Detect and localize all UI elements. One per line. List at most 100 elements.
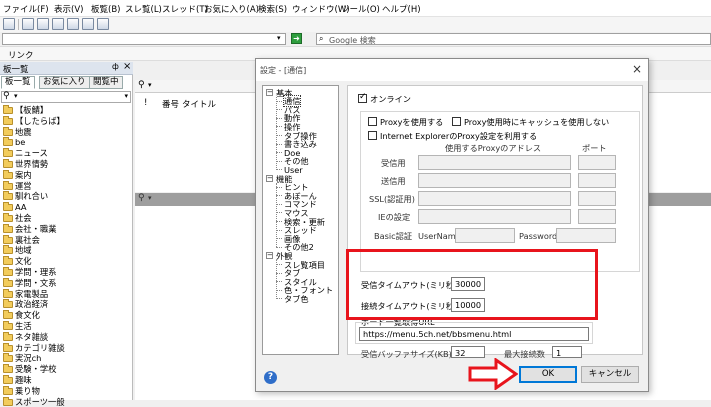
- chevron-down-icon[interactable]: ▾: [14, 92, 18, 100]
- board-list-item-label: ネタ雑談: [15, 331, 49, 342]
- collapse-icon[interactable]: −: [266, 175, 273, 182]
- board-list-item-label: 世界情勢: [15, 158, 49, 169]
- board-list-item[interactable]: 乗り物: [0, 385, 133, 397]
- board-list-item[interactable]: ネタ雑談: [0, 331, 133, 343]
- column-mark[interactable]: !: [144, 98, 147, 108]
- board-list-item[interactable]: 実況ch: [0, 353, 133, 364]
- proxy-nocache-label: Proxy使用時にキャッシュを使用しない: [464, 117, 610, 127]
- address-input[interactable]: [2, 33, 286, 45]
- ie-proxy-checkbox[interactable]: [368, 131, 377, 140]
- board-list-item[interactable]: 受験・学校: [0, 364, 133, 375]
- board-list-item[interactable]: 【したらば】: [0, 115, 133, 127]
- proxy-use-label: Proxyを使用する: [380, 117, 444, 127]
- board-list-item[interactable]: 食文化: [0, 310, 133, 321]
- tile-icon[interactable]: [82, 18, 94, 30]
- folder-icon: [3, 256, 13, 266]
- board-list-item[interactable]: 会社・職業: [0, 223, 133, 235]
- board-list-item[interactable]: 文化: [0, 256, 133, 267]
- board-list-item-label: 家電製品: [15, 288, 49, 299]
- board-list-item[interactable]: ニュース: [0, 148, 133, 159]
- board-list-item[interactable]: 【板鯖】: [0, 105, 133, 116]
- board-list-item[interactable]: 案内: [0, 169, 133, 181]
- folder-icon: [3, 126, 13, 136]
- folder-icon: [3, 288, 13, 298]
- board-list-item-label: 馴れ合い: [15, 191, 49, 202]
- search-icon: ⌕: [319, 34, 324, 43]
- board-list-item[interactable]: 学問・文系: [0, 277, 133, 289]
- board-list-item-label: AA: [15, 202, 27, 213]
- board-search-input[interactable]: ⚲ ▾ ▾: [1, 91, 131, 103]
- ie-proxy-port: [578, 209, 616, 224]
- board-list-item[interactable]: 運営: [0, 180, 133, 192]
- tree-item[interactable]: タブ色: [284, 294, 309, 304]
- board-list-item[interactable]: カテゴリ雑談: [0, 342, 133, 354]
- menu-help[interactable]: ヘルプ(H): [382, 3, 421, 15]
- board-list-item[interactable]: 政治経済: [0, 299, 133, 310]
- refresh-icon[interactable]: [67, 18, 79, 30]
- close-icon[interactable]: ×: [123, 61, 131, 72]
- board-list-item[interactable]: スポーツ一般: [0, 396, 133, 407]
- board-list-item[interactable]: AA: [0, 202, 133, 213]
- buffer-size-input[interactable]: 32: [451, 346, 485, 358]
- dialog-title: 設定 - [通信]: [260, 66, 307, 75]
- board-list-item[interactable]: 趣味: [0, 374, 133, 386]
- column-title[interactable]: タイトル: [182, 98, 216, 110]
- online-label: オンライン: [370, 94, 411, 104]
- menu-file[interactable]: ファイル(F): [3, 3, 49, 15]
- pin-icon[interactable]: ф: [112, 62, 119, 71]
- board-list-item[interactable]: 家電製品: [0, 288, 133, 300]
- ok-button[interactable]: OK: [519, 366, 577, 383]
- board-list-item[interactable]: 地域: [0, 245, 133, 256]
- save-icon[interactable]: [52, 18, 64, 30]
- chevron-down-icon[interactable]: ▾: [124, 92, 128, 100]
- tree-connector: [276, 182, 277, 248]
- max-connections-input[interactable]: 1: [552, 346, 582, 358]
- print-icon[interactable]: [97, 18, 109, 30]
- folder-icon: [3, 277, 13, 287]
- tab-favorites[interactable]: お気に入り: [39, 76, 90, 89]
- board-list-item[interactable]: 裏社会: [0, 234, 133, 246]
- collapse-icon[interactable]: −: [266, 89, 273, 96]
- chevron-down-icon[interactable]: ▾: [148, 194, 152, 202]
- help-icon[interactable]: ?: [264, 371, 277, 384]
- send-proxy-port: [578, 173, 616, 188]
- new-window-icon[interactable]: [22, 18, 34, 30]
- board-list-item[interactable]: 地震: [0, 126, 133, 138]
- board-list-item-label: ニュース: [15, 148, 48, 159]
- menu-threadlist[interactable]: スレ覧(L): [125, 3, 162, 15]
- board-list-item[interactable]: 学問・理系: [0, 266, 133, 278]
- column-number[interactable]: 番号: [162, 98, 179, 110]
- tab-viewing[interactable]: 閲覧中: [89, 76, 123, 89]
- menu-search[interactable]: 検索(S): [258, 3, 287, 15]
- go-arrow-icon[interactable]: ➜: [291, 33, 302, 44]
- online-checkbox[interactable]: [358, 92, 367, 103]
- tab-board-list[interactable]: 板一覧: [1, 76, 35, 89]
- board-list-item[interactable]: 世界情勢: [0, 158, 133, 170]
- basic-auth-label: Basic認証: [374, 231, 413, 241]
- menu-thread[interactable]: スレッド(T): [162, 3, 208, 15]
- address-dropdown-icon[interactable]: ▾: [277, 34, 281, 42]
- menu-tools[interactable]: ツール(O): [341, 3, 380, 15]
- tree-connector: [276, 260, 277, 299]
- google-search-input[interactable]: ⌕ Google 検索: [316, 33, 711, 45]
- board-list-title: 板一覧: [3, 65, 29, 75]
- board-list-item[interactable]: be: [0, 137, 133, 148]
- folder-icon: [3, 299, 13, 309]
- proxy-use-checkbox[interactable]: [368, 117, 377, 126]
- close-icon[interactable]: ×: [632, 63, 642, 75]
- collapse-icon[interactable]: −: [266, 252, 273, 260]
- menu-view[interactable]: 表示(V): [54, 3, 83, 15]
- board-list-item[interactable]: 馴れ合い: [0, 191, 133, 202]
- cancel-button[interactable]: キャンセル: [581, 366, 639, 383]
- board-list-item[interactable]: 社会: [0, 212, 133, 224]
- chevron-down-icon[interactable]: ▾: [148, 81, 152, 89]
- board-list-icon[interactable]: [3, 18, 15, 30]
- proxy-nocache-checkbox[interactable]: [452, 117, 461, 126]
- board-list-item[interactable]: 生活: [0, 320, 133, 332]
- menu-board[interactable]: 板覧(B): [91, 3, 120, 15]
- board-url-input[interactable]: https://menu.5ch.net/bbsmenu.html: [359, 327, 589, 341]
- menu-favorites[interactable]: お気に入り(A): [204, 3, 259, 15]
- board-list-item-label: 趣味: [15, 374, 32, 385]
- board-list: 【板鯖】 【したらば】 地震 be ニュース 世界情勢 案内 運営 馴れ合い AA 社会 会社・職業裏…: [0, 105, 133, 407]
- pane-layout-icon[interactable]: [37, 18, 49, 30]
